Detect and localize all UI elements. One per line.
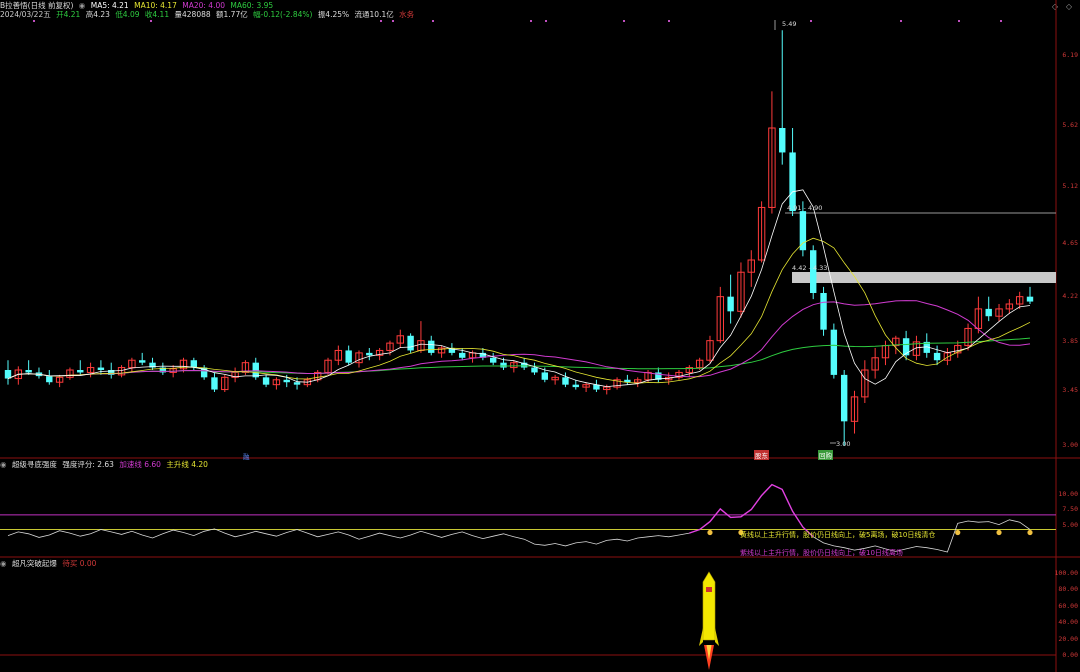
ind2-header: ◉ 超凡突破起爆 待买 0.00 bbox=[0, 559, 99, 568]
top-marker-1 bbox=[150, 20, 152, 22]
candle-body-down bbox=[541, 372, 549, 380]
price-low-label: 3.00 bbox=[836, 440, 851, 448]
candle-body-down bbox=[500, 362, 507, 368]
candle-body-down bbox=[572, 384, 579, 388]
candle-body-down bbox=[77, 370, 84, 373]
ind1-line bbox=[7, 484, 1031, 553]
ind2-signal: 待买 0.00 bbox=[62, 559, 97, 568]
candle-body-down bbox=[139, 360, 146, 363]
ind2-axis-tick: 60.00 bbox=[1058, 601, 1078, 610]
ma10-line bbox=[7, 237, 1031, 384]
candle-body-down bbox=[211, 377, 218, 390]
ind2-axis-tick: 0.00 bbox=[1062, 651, 1078, 659]
ind2-axis-tick: 20.00 bbox=[1058, 634, 1078, 643]
ind1-axis-tick: 10.00 bbox=[1058, 490, 1078, 499]
ind1-main-line: 主升线 4.20 bbox=[166, 460, 208, 469]
level-label-1: 4.91 - 4.90 bbox=[787, 204, 823, 212]
ind2-title[interactable]: 超凡突破起爆 bbox=[12, 559, 57, 568]
candle-body-down bbox=[840, 374, 848, 422]
top-marker-9 bbox=[810, 20, 812, 22]
price-axis-tick: 5.62 bbox=[1062, 120, 1078, 129]
candle-body-down bbox=[407, 335, 414, 351]
candle-body-down bbox=[933, 352, 941, 361]
candle-body-down bbox=[25, 370, 32, 373]
ind2-axis-tick: 80.00 bbox=[1058, 585, 1078, 594]
candle-body-down bbox=[190, 360, 198, 368]
candle-body-down bbox=[799, 211, 807, 251]
top-marker-11 bbox=[958, 20, 960, 22]
price-axis-tick: 5.12 bbox=[1062, 181, 1078, 190]
ind1-title[interactable]: 超级寻底强度 bbox=[12, 460, 57, 469]
top-marker-6 bbox=[545, 20, 547, 22]
ind1-axis-tick: 5.00 bbox=[1062, 520, 1078, 529]
top-marker-10 bbox=[900, 20, 902, 22]
top-marker-12 bbox=[1000, 20, 1002, 22]
ind1-signal-dot bbox=[1027, 529, 1033, 536]
ind1-settings-icon[interactable]: ◉ bbox=[0, 460, 7, 469]
ind1-strength: 强度评分: 2.63 bbox=[62, 460, 114, 469]
price-axis-tick: 6.19 bbox=[1062, 50, 1078, 59]
price-axis-tick: 4.22 bbox=[1062, 291, 1078, 300]
chart-canvas[interactable] bbox=[0, 0, 1080, 672]
ind2-axis-tick: 40.00 bbox=[1058, 618, 1078, 627]
candle-body-down bbox=[779, 128, 786, 153]
candle-body-down bbox=[366, 352, 373, 356]
top-marker-2 bbox=[380, 20, 382, 22]
price-axis-tick: 3.85 bbox=[1062, 336, 1078, 345]
candle-body-down bbox=[428, 340, 435, 353]
price-high-label: 5.49 bbox=[782, 20, 797, 28]
price-axis-tick: 3.00 bbox=[1062, 440, 1078, 449]
top-marker-7 bbox=[623, 20, 625, 22]
candle-body-down bbox=[293, 382, 301, 385]
ind1-line-highlight bbox=[689, 483, 814, 538]
top-marker-4 bbox=[432, 20, 434, 22]
candle-body-down bbox=[489, 357, 497, 363]
event-marker-holder[interactable]: 股东 bbox=[754, 450, 769, 460]
top-marker-0 bbox=[33, 20, 35, 22]
ind1-axis-tick: 7.50 bbox=[1062, 505, 1078, 514]
event-marker-buyback[interactable]: 回购 bbox=[818, 450, 833, 460]
level-label-2: 4.42 - 4.33 bbox=[792, 264, 828, 272]
candle-body-down bbox=[252, 362, 259, 378]
ind1-signal-dot bbox=[707, 529, 713, 536]
ind1-signal-dot bbox=[955, 529, 961, 536]
candle-body-down bbox=[459, 352, 466, 358]
rocket-icon bbox=[702, 571, 716, 641]
candle-body-down bbox=[985, 308, 992, 317]
candle-body-down bbox=[1026, 296, 1034, 302]
ind1-header: ◉ 超级寻底强度 强度评分: 2.63 加速线 6.60 主升线 4.20 bbox=[0, 460, 211, 469]
price-axis-tick: 3.45 bbox=[1062, 385, 1078, 394]
event-marker-margin[interactable]: 融 bbox=[243, 451, 250, 461]
candle-body-down bbox=[345, 350, 352, 363]
rocket-window bbox=[706, 587, 712, 592]
rocket-fin-left bbox=[699, 628, 703, 646]
candle-body-down bbox=[820, 293, 827, 330]
candle-body-down bbox=[283, 379, 290, 383]
rocket-fin-right bbox=[715, 628, 719, 646]
top-marker-3 bbox=[392, 20, 394, 22]
ind1-note-yellow: 黄线以上主升行情，股价仍日线向上，破5离场，破10日线清仓 bbox=[740, 531, 936, 539]
price-axis-tick: 4.65 bbox=[1062, 239, 1078, 248]
candle-body-down bbox=[902, 338, 910, 356]
candle-body-down bbox=[262, 377, 270, 385]
ma60-line bbox=[7, 337, 1031, 380]
candle-body-down bbox=[46, 376, 53, 383]
candle-body-down bbox=[789, 152, 796, 212]
top-marker-8 bbox=[668, 20, 670, 22]
candle-body-down bbox=[562, 377, 569, 385]
candle-body-down bbox=[830, 329, 838, 375]
ind1-acc-line: 加速线 6.60 bbox=[119, 460, 161, 469]
candle-body-down bbox=[727, 296, 734, 312]
ind2-axis-tick: 100.00 bbox=[1054, 569, 1078, 577]
ind1-signal-dot bbox=[996, 529, 1002, 536]
candle-body-down bbox=[531, 367, 538, 373]
ind1-note-purple: 紫线以上主升行情，股价仍日线向上，破10日线离场 bbox=[740, 549, 903, 557]
ma20-line bbox=[7, 300, 1031, 380]
top-marker-5 bbox=[530, 20, 532, 22]
ind2-settings-icon[interactable]: ◉ bbox=[0, 559, 7, 568]
candle-body-down bbox=[97, 367, 105, 370]
